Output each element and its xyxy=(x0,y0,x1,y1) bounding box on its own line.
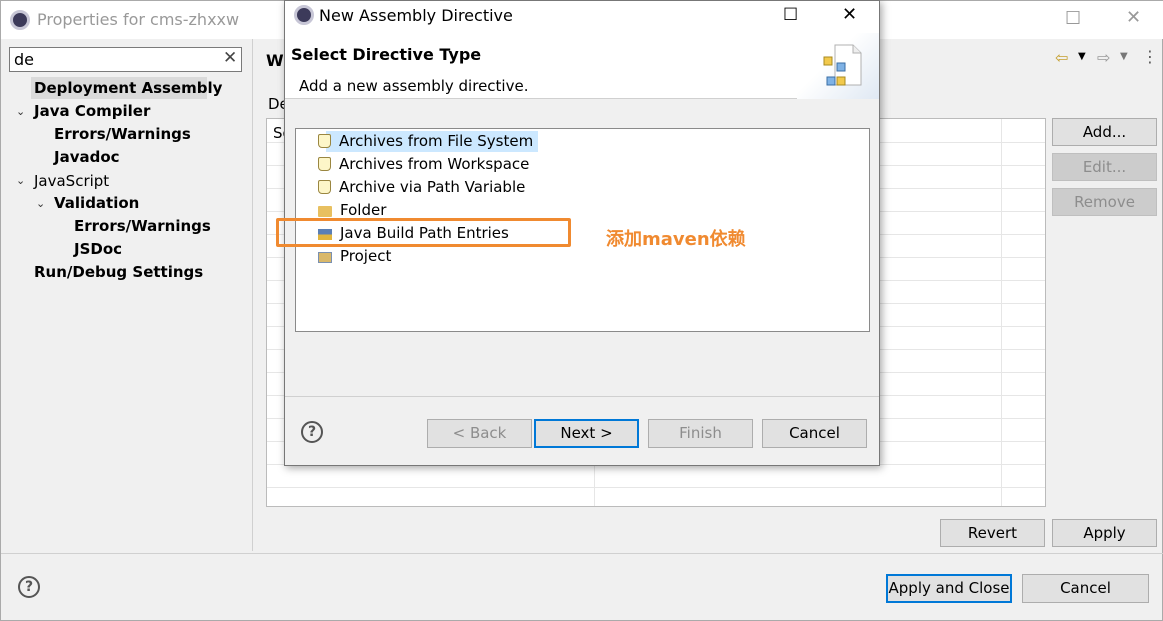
expand-arrow-icon[interactable]: ⌄ xyxy=(16,174,25,187)
clear-filter-icon[interactable]: ✕ xyxy=(223,48,237,68)
cancel-button[interactable]: Cancel xyxy=(1022,574,1149,603)
dialog-header: Select Directive Type Add a new assembly… xyxy=(285,31,879,99)
remove-button[interactable]: Remove xyxy=(1052,188,1157,216)
expand-arrow-icon[interactable]: ⌄ xyxy=(16,105,25,118)
edit-button[interactable]: Edit... xyxy=(1052,153,1157,181)
cancel-button[interactable]: Cancel xyxy=(762,419,867,448)
list-item-archive-via-path-variable[interactable]: Archive via Path Variable xyxy=(318,178,525,196)
properties-window-title: Properties for cms-zhxxw xyxy=(37,10,240,29)
close-icon[interactable]: ✕ xyxy=(842,4,857,25)
apply-and-close-button[interactable]: Apply and Close xyxy=(886,574,1012,603)
more-options-icon[interactable]: ⋮ xyxy=(1142,47,1158,66)
eclipse-app-icon xyxy=(294,5,314,25)
eclipse-app-icon xyxy=(10,10,30,30)
dialog-button-divider xyxy=(285,396,879,397)
chevron-down-icon[interactable]: ▼ xyxy=(1078,51,1086,62)
list-item-archives-from-workspace[interactable]: Archives from Workspace xyxy=(318,155,529,173)
wizard-banner-icon xyxy=(797,33,879,99)
filter-input[interactable]: de ✕ xyxy=(9,47,242,72)
jar-icon xyxy=(318,180,331,194)
expand-arrow-icon[interactable]: ⌄ xyxy=(36,197,45,210)
jar-icon xyxy=(318,134,331,148)
tree-item-run-debug-settings[interactable]: Run/Debug Settings xyxy=(34,263,203,281)
forward-nav-icon[interactable]: ⇨ xyxy=(1097,48,1110,67)
dialog-title: New Assembly Directive xyxy=(319,6,513,25)
help-icon[interactable]: ? xyxy=(301,421,323,443)
close-icon[interactable]: ✕ xyxy=(1126,7,1141,28)
finish-button[interactable]: Finish xyxy=(648,419,753,448)
revert-button[interactable]: Revert xyxy=(940,519,1045,547)
dialog-header-description: Add a new assembly directive. xyxy=(299,77,529,95)
bottom-divider xyxy=(1,553,1163,554)
help-icon[interactable]: ? xyxy=(18,576,40,598)
tree-item-jsdoc[interactable]: JSDoc xyxy=(74,240,122,258)
project-icon xyxy=(318,252,332,263)
tree-item-errors-warnings[interactable]: Errors/Warnings xyxy=(54,125,191,143)
folder-icon xyxy=(318,206,332,217)
dialog-header-title: Select Directive Type xyxy=(291,45,482,64)
page-title: W xyxy=(266,51,284,70)
tree-item-javadoc[interactable]: Javadoc xyxy=(54,148,120,166)
dialog-titlebar: New Assembly Directive ☐ ✕ xyxy=(285,1,879,31)
jar-icon xyxy=(318,157,331,171)
apply-button[interactable]: Apply xyxy=(1052,519,1157,547)
list-item-project[interactable]: Project xyxy=(318,247,391,265)
add-button[interactable]: Add... xyxy=(1052,118,1157,146)
next-button[interactable]: Next > xyxy=(534,419,639,448)
back-button[interactable]: < Back xyxy=(427,419,532,448)
filter-input-value: de xyxy=(14,50,34,69)
pane-divider[interactable] xyxy=(252,39,253,551)
list-item-folder[interactable]: Folder xyxy=(318,201,386,219)
tree-item-javascript[interactable]: JavaScript xyxy=(34,172,109,190)
chevron-down-icon[interactable]: ▼ xyxy=(1120,51,1128,62)
tree-item-validation[interactable]: Validation xyxy=(54,194,139,212)
tree-item-java-compiler[interactable]: Java Compiler xyxy=(34,102,150,120)
tree-item-js-errors-warnings[interactable]: Errors/Warnings xyxy=(74,217,211,235)
tree-item-deployment-assembly[interactable]: Deployment Assembly xyxy=(34,79,222,97)
annotation-text: 添加maven依赖 xyxy=(606,229,746,250)
maximize-icon[interactable]: ☐ xyxy=(783,5,798,25)
back-nav-icon[interactable]: ⇦ xyxy=(1055,48,1068,67)
list-item-archives-from-file-system[interactable]: Archives from File System xyxy=(318,132,533,150)
annotation-highlight-box xyxy=(276,218,571,247)
maximize-icon[interactable]: ☐ xyxy=(1065,8,1081,29)
